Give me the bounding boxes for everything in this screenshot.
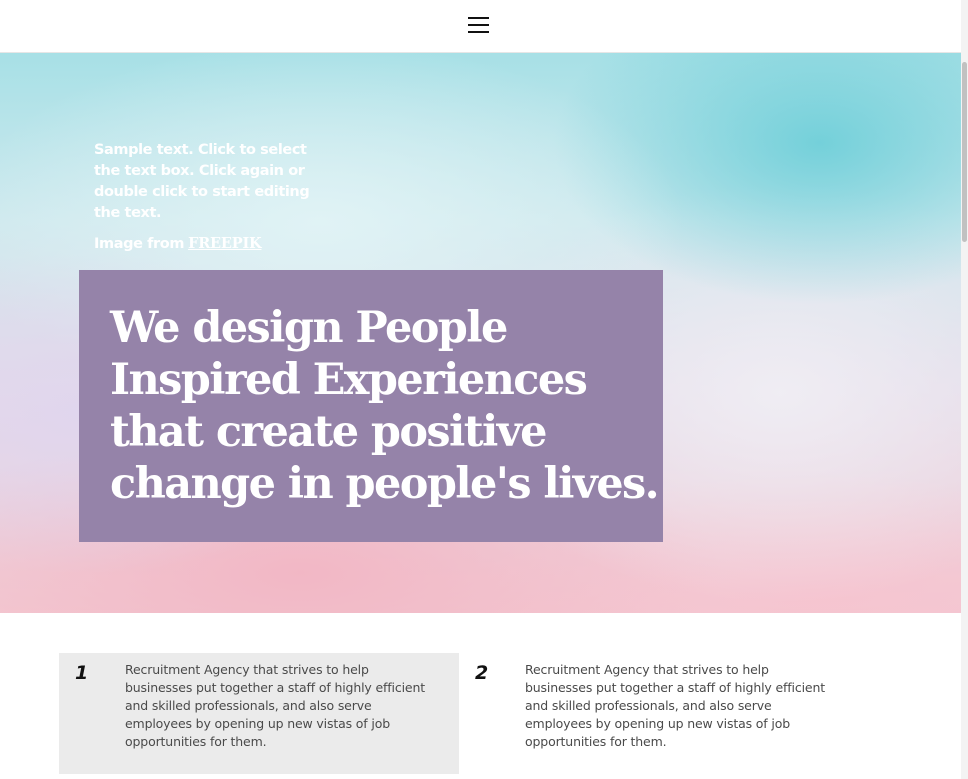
feature-number: 2 xyxy=(475,662,489,684)
hero-headline: We design People Inspired Experiences th… xyxy=(110,303,660,509)
hamburger-line xyxy=(468,17,489,19)
feature-card-1: 1 Recruitment Agency that strives to hel… xyxy=(59,653,459,774)
feature-text: Recruitment Agency that strives to help … xyxy=(525,662,825,749)
feature-card-2: 2 Recruitment Agency that strives to hel… xyxy=(459,653,859,774)
hamburger-line xyxy=(468,31,489,33)
feature-text: Recruitment Agency that strives to help … xyxy=(125,662,425,749)
site-header xyxy=(0,0,961,53)
image-credit: Image from FREEPIK xyxy=(94,234,262,254)
hero-sample-text: Sample text. Click to select the text bo… xyxy=(94,142,310,221)
features-section: 1 Recruitment Agency that strives to hel… xyxy=(0,613,961,779)
freepik-link[interactable]: FREEPIK xyxy=(188,235,262,252)
headline-box: We design People Inspired Experiences th… xyxy=(79,270,663,542)
feature-number: 1 xyxy=(75,662,89,684)
image-credit-prefix: Image from xyxy=(94,236,185,252)
hamburger-line xyxy=(468,24,489,26)
scrollbar-thumb[interactable] xyxy=(962,62,967,242)
hero-section: Sample text. Click to select the text bo… xyxy=(0,53,961,613)
vertical-scrollbar[interactable] xyxy=(961,0,968,779)
hamburger-menu-icon[interactable] xyxy=(468,15,490,35)
page: Sample text. Click to select the text bo… xyxy=(0,0,968,779)
